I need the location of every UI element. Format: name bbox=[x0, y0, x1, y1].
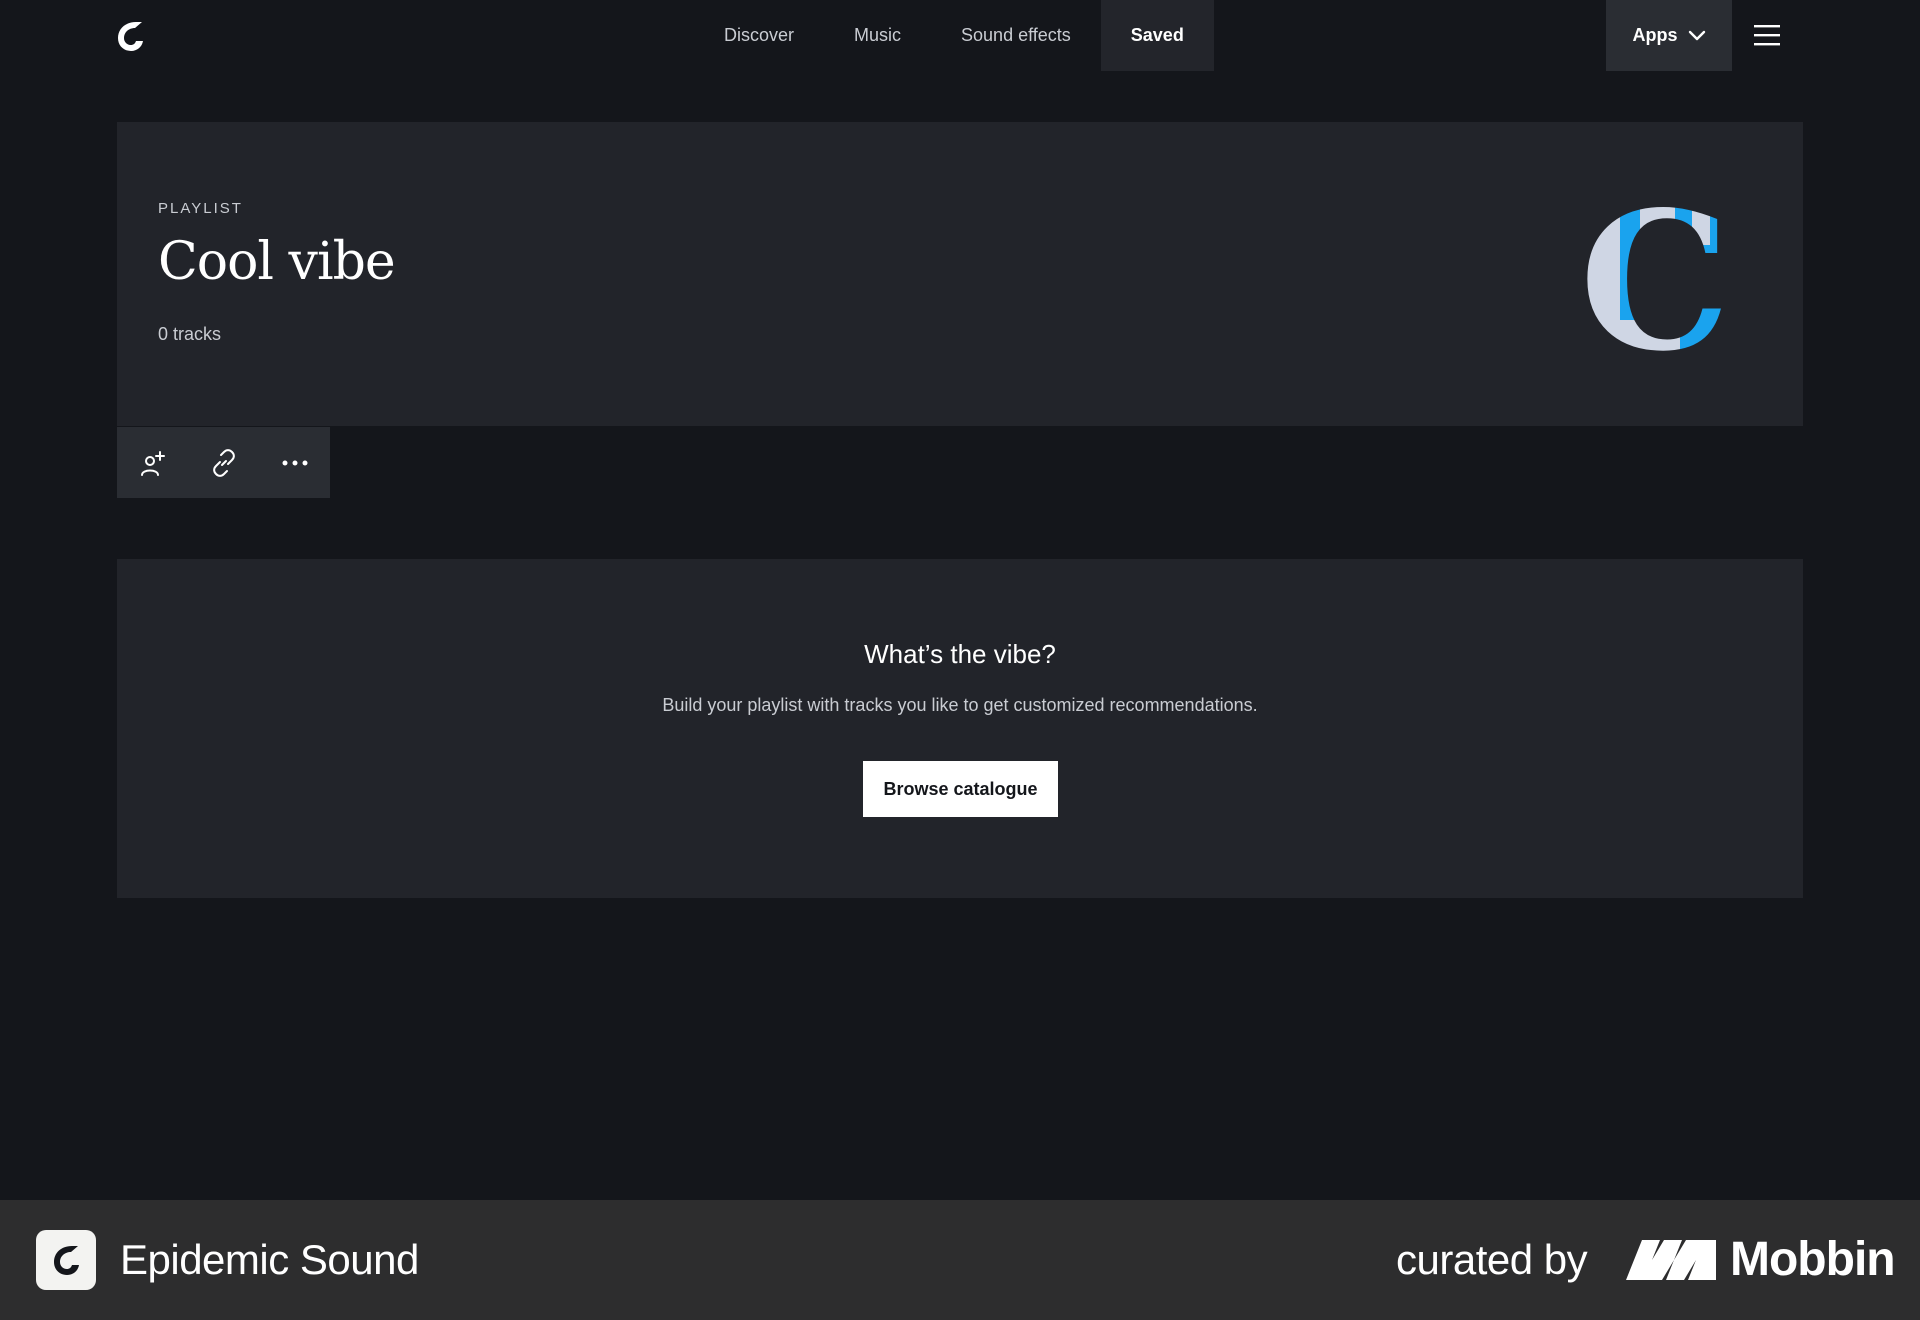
mobbin-wordmark: Mobbin bbox=[1730, 1233, 1896, 1286]
mobbin-logo-icon bbox=[1626, 1240, 1716, 1280]
copy-link-button[interactable] bbox=[188, 427, 259, 498]
browse-catalogue-button[interactable]: Browse catalogue bbox=[863, 761, 1058, 817]
empty-state-title: What’s the vibe? bbox=[864, 639, 1056, 669]
nav-discover[interactable]: Discover bbox=[694, 0, 824, 71]
add-collaborator-icon bbox=[140, 450, 165, 476]
more-icon bbox=[282, 460, 307, 465]
nav-sound-effects[interactable]: Sound effects bbox=[931, 0, 1101, 71]
chevron-down-icon bbox=[1688, 30, 1705, 40]
playlist-actions bbox=[117, 427, 330, 498]
empty-state-description: Build your playlist with tracks you like… bbox=[662, 695, 1258, 715]
top-nav: Discover Music Sound effects Saved Apps bbox=[0, 0, 1920, 71]
apps-dropdown-button[interactable]: Apps bbox=[1606, 0, 1732, 71]
track-count: 0 tracks bbox=[158, 324, 222, 344]
curated-by-label: curated by bbox=[1396, 1236, 1588, 1283]
footer-banner: Epidemic Sound curated by Mobbin bbox=[0, 1200, 1920, 1320]
footer-app-icon bbox=[36, 1230, 96, 1290]
empty-state: What’s the vibe? Build your playlist wit… bbox=[117, 559, 1803, 898]
playlist-kicker: PLAYLIST bbox=[158, 200, 243, 217]
nav-music[interactable]: Music bbox=[824, 0, 931, 71]
hamburger-menu-icon[interactable] bbox=[1754, 22, 1780, 48]
add-collaborator-button[interactable] bbox=[117, 427, 188, 498]
epidemic-logo-icon[interactable] bbox=[116, 20, 144, 52]
playlist-cover-art: C bbox=[1580, 200, 1730, 360]
playlist-title: Cool vibe bbox=[158, 232, 396, 292]
footer-brand-name: Epidemic Sound bbox=[120, 1236, 419, 1283]
more-options-button[interactable] bbox=[259, 427, 330, 498]
apps-label: Apps bbox=[1632, 25, 1678, 45]
nav-saved[interactable]: Saved bbox=[1100, 0, 1214, 71]
epidemic-logo-icon bbox=[54, 1246, 79, 1275]
playlist-header: PLAYLIST Cool vibe 0 tracks C bbox=[117, 122, 1803, 426]
main-nav: Discover Music Sound effects Saved bbox=[694, 0, 1214, 71]
link-icon bbox=[212, 448, 235, 477]
